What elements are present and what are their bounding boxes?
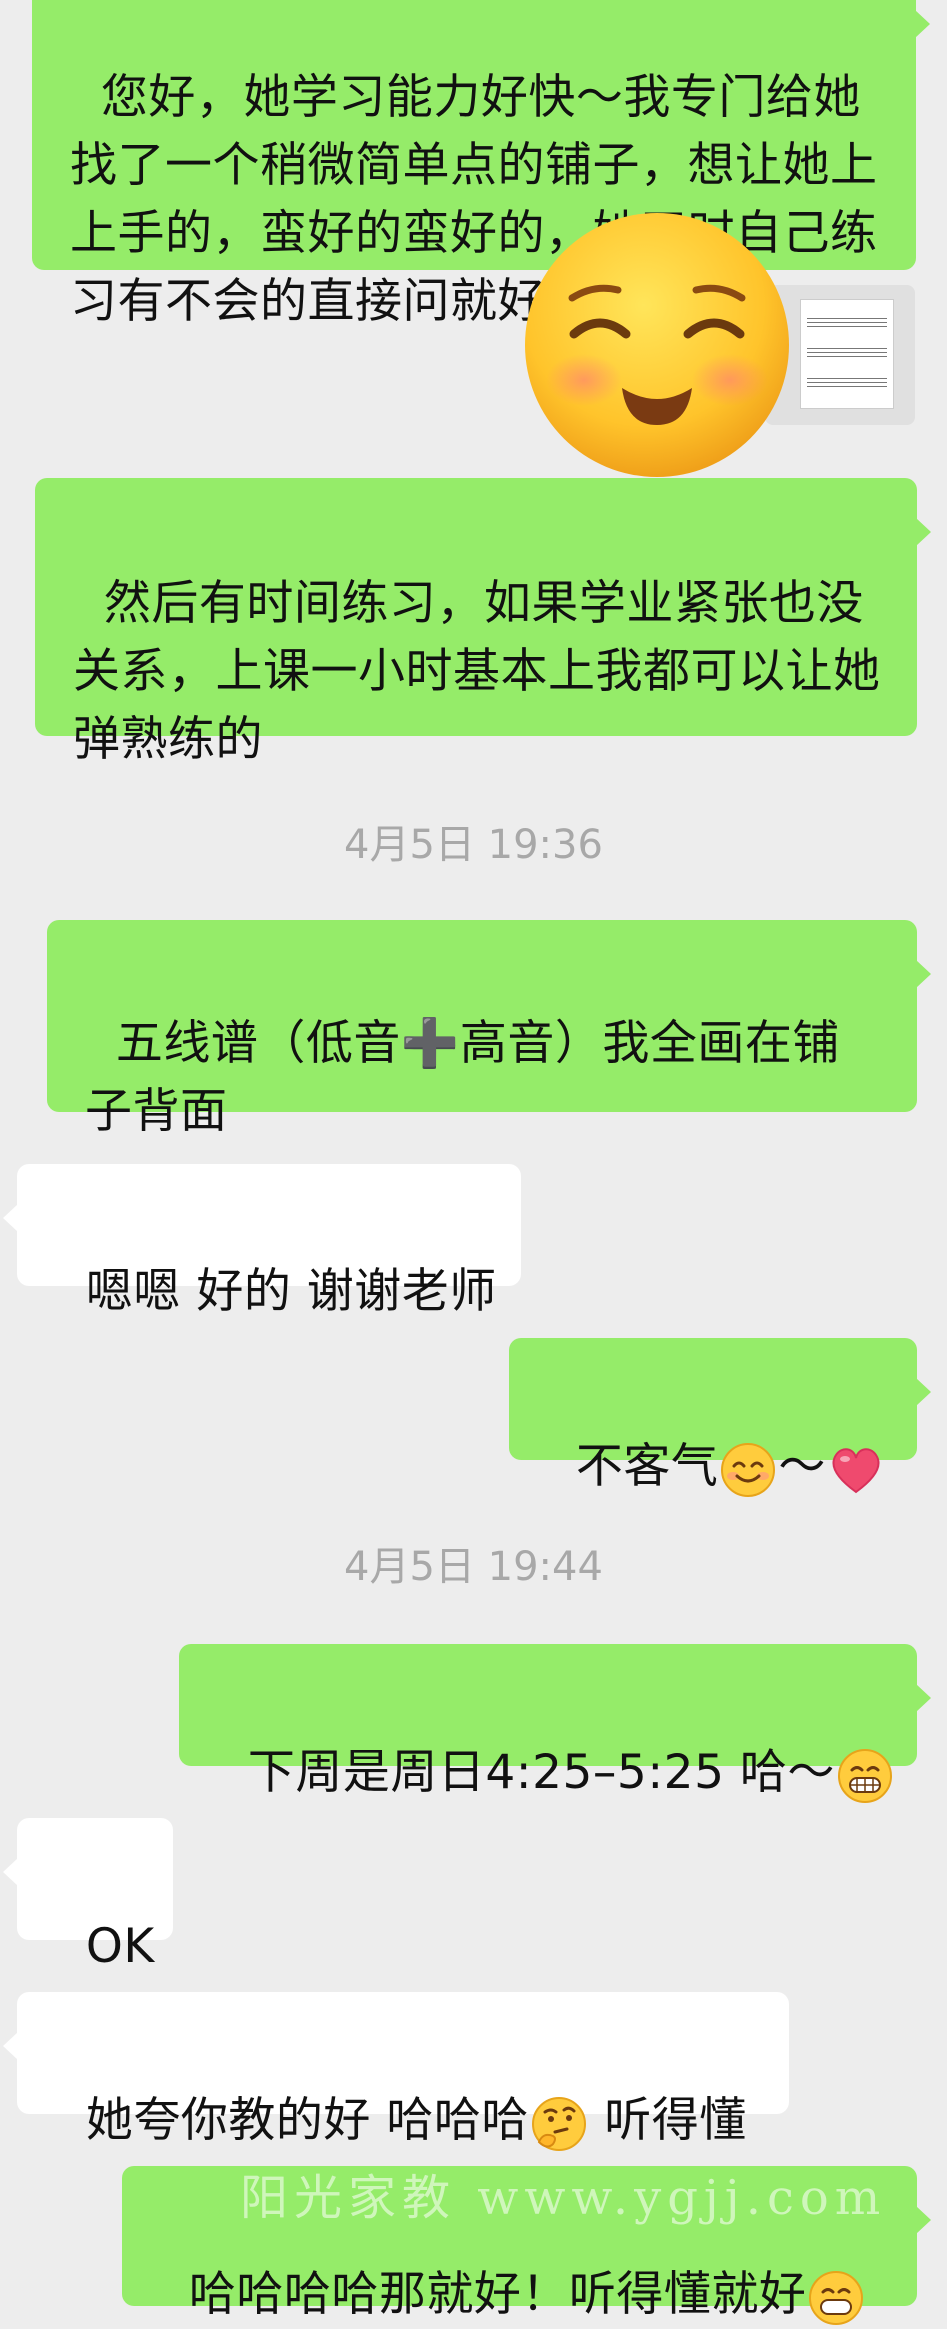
timestamp: 4月5日 19:36 bbox=[344, 822, 603, 868]
smiling-face-with-smiling-eyes-icon bbox=[525, 213, 789, 477]
message-text: 哈哈哈哈那就好！听得懂就好 bbox=[188, 2267, 807, 2322]
message-text: 然后有时间练习，如果学业紧张也没关系，上课一小时基本上我都可以让她弹熟练的 bbox=[73, 576, 881, 767]
message-text: 她夸你教的好 哈哈哈 bbox=[85, 2093, 529, 2148]
timestamp: 4月5日 19:44 bbox=[344, 1544, 603, 1590]
message-bubble-outgoing[interactable]: 不客气 ～ bbox=[509, 1338, 931, 1497]
grinning-face-icon bbox=[837, 1748, 892, 1803]
heart-icon bbox=[832, 1447, 880, 1493]
message-bubble-outgoing[interactable]: 下周是周日4:25–5:25 哈～ bbox=[179, 1644, 931, 1803]
message-bubble-incoming[interactable]: 她夸你教的好 哈哈哈 听得懂 bbox=[3, 1992, 789, 2151]
tilde-text: ～ bbox=[778, 1439, 826, 1494]
message-bubble-incoming[interactable]: 嗯嗯 好的 谢谢老师 bbox=[3, 1164, 521, 1319]
sheet-music-thumbnail bbox=[800, 299, 894, 409]
message-text: 嗯嗯 好的 谢谢老师 bbox=[85, 1264, 497, 1319]
thinking-face-icon bbox=[531, 2096, 586, 2151]
watermark: 阳光家教 www.ygjj.com bbox=[240, 2170, 887, 2226]
message-text: 不客气 bbox=[575, 1439, 719, 1494]
message-text: 听得懂 bbox=[588, 2093, 747, 2148]
grinning-face-icon bbox=[809, 2270, 864, 2325]
message-bubble-outgoing[interactable]: 五线谱（低音➕高音）我全画在铺子背面 bbox=[47, 920, 931, 1139]
message-text: OK bbox=[85, 1919, 155, 1974]
smile-icon bbox=[721, 1442, 776, 1497]
message-bubble-incoming[interactable]: OK bbox=[3, 1818, 173, 1974]
message-text: 五线谱（低音➕高音）我全画在铺子背面 bbox=[85, 1016, 840, 1139]
message-text: 下周是周日4:25–5:25 哈～ bbox=[247, 1745, 835, 1800]
message-bubble-outgoing[interactable]: 然后有时间练习，如果学业紧张也没关系，上课一小时基本上我都可以让她弹熟练的 bbox=[35, 478, 931, 767]
